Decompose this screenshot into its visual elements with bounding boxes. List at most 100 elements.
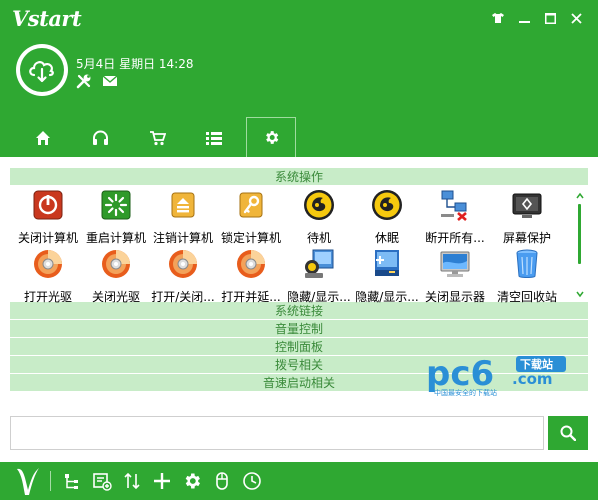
item-label: 隐藏/显示... — [355, 290, 419, 304]
item-label: 打开/关闭... — [151, 290, 215, 304]
headphones-icon — [92, 130, 108, 145]
tab-settings[interactable] — [246, 117, 296, 157]
svg-text:.com: .com — [512, 370, 553, 388]
datetime: 5月4日 星期日 14:28 — [76, 57, 194, 71]
maximize-icon — [544, 12, 556, 24]
item-label: 断开所有... — [425, 231, 485, 245]
footer-divider — [50, 471, 51, 491]
item-label: 隐藏/显示... — [287, 290, 351, 304]
hibernate-item[interactable]: 休眠 — [349, 189, 425, 245]
gear-icon — [265, 131, 278, 144]
restart-icon — [101, 190, 131, 220]
item-label: 休眠 — [374, 231, 399, 245]
lock-item[interactable]: 锁定计算机 — [213, 189, 289, 245]
open-delay-cd-item[interactable]: 打开并延... — [213, 248, 289, 304]
screensaver-icon — [512, 193, 542, 218]
home-icon — [36, 130, 50, 145]
cd-drive-icon — [169, 250, 197, 278]
tab-music[interactable] — [75, 118, 125, 157]
header: Vstart 5月4日 星期日 14:28 — [0, 0, 598, 157]
section-volume[interactable]: 音量控制 — [10, 320, 588, 338]
item-label: 打开并延... — [221, 290, 281, 304]
shirt-icon — [492, 13, 504, 23]
monitor-off-item[interactable]: 关闭显示器 — [417, 248, 493, 304]
item-label: 打开光驱 — [23, 290, 72, 304]
skin-button[interactable] — [486, 8, 510, 28]
search-button[interactable] — [548, 416, 588, 450]
cd-drive-icon — [237, 250, 265, 278]
section-system-ops[interactable]: 系统操作 — [10, 168, 588, 186]
item-label: 锁定计算机 — [220, 231, 281, 245]
close-cd-item[interactable]: 关闭光驱 — [78, 248, 154, 304]
system-ops-grid: 关闭计算机 重启计算机 注销计算机 锁定计算机 待机 休眠 断开所有... 屏幕… — [10, 186, 572, 304]
item-label: 清空回收站 — [496, 290, 557, 304]
plus-icon[interactable] — [152, 471, 172, 491]
scroll-up-icon[interactable] — [576, 192, 584, 200]
disconnect-network-icon — [441, 190, 467, 221]
toggle-cd-item[interactable]: 打开/关闭... — [145, 248, 221, 304]
scroll-down-icon[interactable] — [576, 290, 584, 298]
maximize-button[interactable] — [538, 8, 562, 28]
hide-show-desktop-item[interactable]: 隐藏/显示... — [281, 248, 357, 304]
minimize-icon — [518, 20, 530, 23]
hide-show-taskbar-item[interactable]: 隐藏/显示... — [349, 248, 425, 304]
monitor-icon — [440, 251, 470, 277]
standby-item[interactable]: 待机 — [281, 189, 357, 245]
shutdown-item[interactable]: 关闭计算机 — [10, 189, 86, 245]
add-list-icon[interactable] — [92, 471, 112, 491]
item-label: 关闭计算机 — [17, 231, 78, 245]
svg-text:pc6: pc6 — [426, 354, 494, 394]
disconnect-item[interactable]: 断开所有... — [417, 189, 493, 245]
lock-key-icon — [239, 192, 263, 218]
close-button[interactable] — [564, 8, 588, 28]
avatar[interactable] — [16, 44, 68, 96]
list-icon — [206, 131, 222, 145]
hibernate-icon — [372, 190, 402, 220]
tab-list[interactable] — [189, 118, 239, 157]
item-label: 关闭光驱 — [91, 290, 140, 304]
item-label: 屏幕保护 — [502, 231, 551, 245]
scrollbar[interactable] — [576, 192, 584, 298]
cd-drive-icon — [102, 250, 130, 278]
scroll-thumb[interactable] — [578, 204, 581, 264]
restart-item[interactable]: 重启计算机 — [78, 189, 154, 245]
gear-icon[interactable] — [182, 471, 202, 491]
search-input[interactable] — [10, 416, 544, 450]
taskbar-icon — [375, 250, 399, 276]
cart-icon — [149, 130, 166, 145]
sort-icon[interactable] — [122, 471, 142, 491]
minimize-button[interactable] — [512, 8, 536, 28]
tab-home[interactable] — [18, 118, 68, 157]
screensaver-item[interactable]: 屏幕保护 — [489, 189, 565, 245]
wrench-icon[interactable] — [76, 73, 92, 89]
footer-toolbar — [0, 462, 598, 500]
footer-icons — [62, 471, 262, 491]
window-controls — [486, 8, 588, 28]
close-icon — [570, 12, 582, 24]
pc6-watermark: pc6 下载站 .com 中国最安全的下载站 — [426, 353, 576, 397]
cd-drive-icon — [34, 250, 62, 278]
vstart-logo-icon[interactable] — [14, 464, 42, 498]
open-cd-item[interactable]: 打开光驱 — [10, 248, 86, 304]
item-label: 关闭显示器 — [424, 290, 485, 304]
tab-bar — [18, 117, 303, 157]
pc6-logo: pc6 下载站 .com 中国最安全的下载站 — [426, 354, 566, 397]
svg-text:中国最安全的下载站: 中国最安全的下载站 — [434, 388, 497, 397]
tree-icon[interactable] — [62, 471, 82, 491]
item-label: 注销计算机 — [152, 231, 213, 245]
cloud-sync-icon — [29, 61, 54, 83]
mouse-icon[interactable] — [212, 471, 232, 491]
app-title: Vstart — [12, 6, 82, 31]
header-tools — [76, 73, 118, 89]
mail-icon[interactable] — [102, 73, 118, 89]
clock-icon[interactable] — [242, 471, 262, 491]
hide-show-icon — [305, 249, 334, 278]
search-icon — [560, 425, 576, 441]
standby-icon — [304, 190, 334, 220]
logoff-item[interactable]: 注销计算机 — [145, 189, 221, 245]
tab-shop[interactable] — [132, 118, 182, 157]
search-bar — [10, 416, 588, 450]
shutdown-icon — [33, 190, 63, 220]
item-label: 待机 — [306, 231, 331, 245]
empty-recycle-bin-item[interactable]: 清空回收站 — [489, 248, 565, 304]
